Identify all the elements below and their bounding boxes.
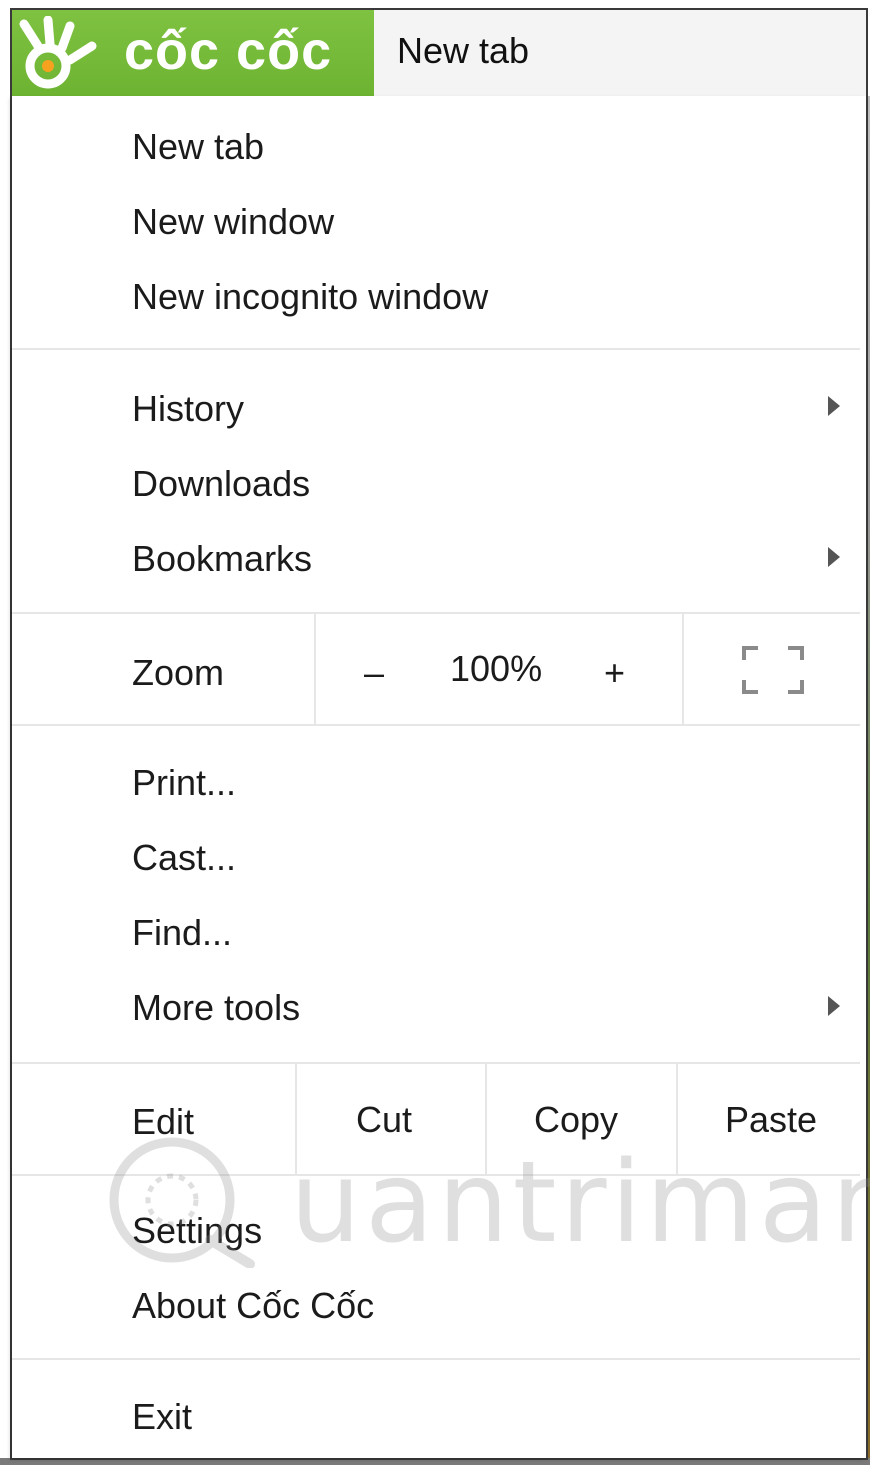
- bookmarks-submenu-arrow-icon: [828, 547, 840, 567]
- coccoc-logo-button[interactable]: cốc cốc: [12, 10, 374, 96]
- menu-item-find[interactable]: Find...: [132, 912, 232, 954]
- menu-separator: [12, 1174, 860, 1176]
- menu-item-print[interactable]: Print...: [132, 762, 236, 804]
- zoom-in-button[interactable]: +: [604, 652, 625, 694]
- paste-button[interactable]: Paste: [725, 1099, 817, 1141]
- edit-divider: [676, 1064, 678, 1174]
- menu-item-bookmarks[interactable]: Bookmarks: [132, 538, 312, 580]
- menu-item-cast[interactable]: Cast...: [132, 837, 236, 879]
- main-menu: New tab New window New incognito window …: [12, 96, 866, 1458]
- zoom-divider: [314, 614, 316, 724]
- copy-button[interactable]: Copy: [534, 1099, 618, 1141]
- fullscreen-icon[interactable]: [742, 646, 804, 694]
- menu-separator: [12, 1358, 860, 1360]
- menu-separator: [12, 724, 860, 726]
- logo-wordmark: cốc cốc: [124, 21, 333, 81]
- zoom-out-button[interactable]: –: [364, 652, 384, 694]
- menu-item-settings[interactable]: Settings: [132, 1210, 262, 1252]
- more-tools-submenu-arrow-icon: [828, 996, 840, 1016]
- menu-item-about[interactable]: About Cốc Cốc: [132, 1285, 374, 1327]
- menu-item-history[interactable]: History: [132, 388, 244, 430]
- menu-item-new-incognito-window[interactable]: New incognito window: [132, 276, 488, 318]
- menu-item-new-tab[interactable]: New tab: [132, 126, 264, 168]
- edit-label: Edit: [132, 1101, 195, 1142]
- menu-item-more-tools[interactable]: More tools: [132, 987, 300, 1029]
- menu-item-downloads[interactable]: Downloads: [132, 463, 310, 505]
- edit-divider: [485, 1064, 487, 1174]
- zoom-divider: [682, 614, 684, 724]
- menu-separator: [12, 1062, 860, 1064]
- menu-separator: [12, 348, 860, 350]
- menu-separator: [12, 612, 860, 614]
- coccoc-logo-icon: [19, 16, 97, 89]
- tab-title[interactable]: New tab: [397, 30, 529, 72]
- menu-item-new-window[interactable]: New window: [132, 201, 334, 243]
- zoom-level: 100%: [450, 648, 543, 689]
- history-submenu-arrow-icon: [828, 396, 840, 416]
- menu-item-exit[interactable]: Exit: [132, 1396, 192, 1438]
- edit-divider: [295, 1064, 297, 1174]
- zoom-label: Zoom: [132, 652, 225, 693]
- cut-button[interactable]: Cut: [356, 1099, 412, 1141]
